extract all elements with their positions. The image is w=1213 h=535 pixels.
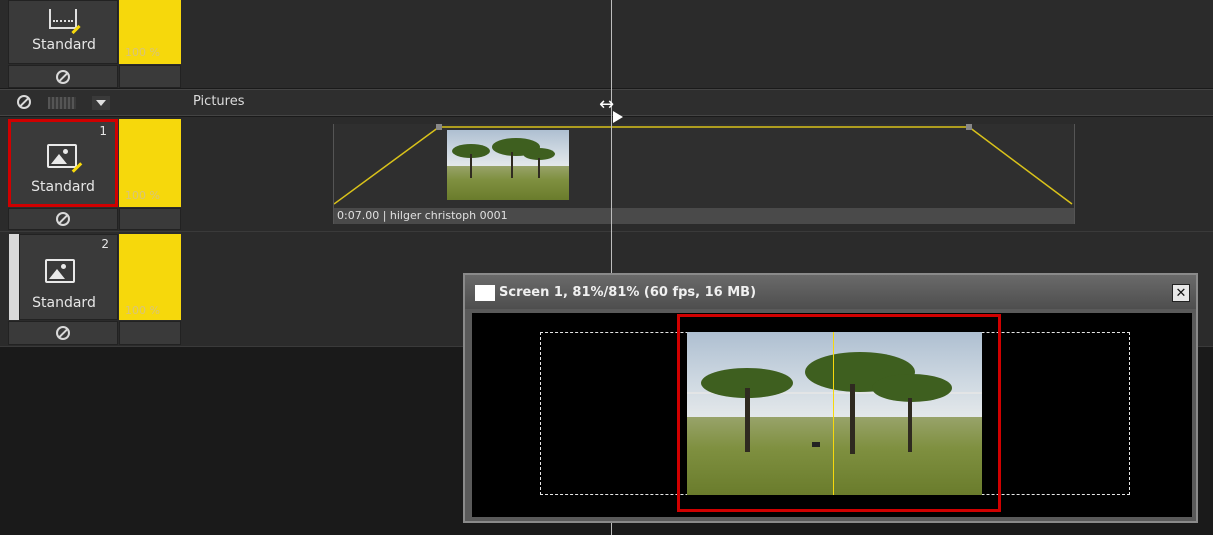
- track-2-opacity-value: 100 %: [125, 304, 160, 317]
- track-1-header[interactable]: 1 Standard: [8, 119, 118, 207]
- group-title: Pictures: [193, 94, 245, 109]
- resize-cursor-icon: ↔: [599, 94, 615, 115]
- track-2-header[interactable]: 2 Standard: [19, 234, 118, 320]
- track-row-0: [0, 0, 1213, 88]
- mouse-pointer-icon: [613, 111, 623, 123]
- clip-thumbnail: [447, 130, 569, 200]
- close-icon[interactable]: ✕: [1172, 284, 1190, 302]
- track-0-opacity-footer: [119, 65, 181, 88]
- window-icon: [475, 285, 495, 301]
- no-entry-icon[interactable]: [17, 95, 31, 109]
- preview-title: Screen 1, 81%/81% (60 fps, 16 MB): [499, 285, 757, 300]
- no-entry-icon: [56, 70, 70, 84]
- picture-icon: [45, 259, 75, 283]
- track-0-label: Standard: [32, 37, 96, 53]
- film-strip-icon: [49, 9, 81, 35]
- track-1-number: 1: [99, 124, 107, 138]
- track-2-label: Standard: [32, 295, 96, 311]
- dropdown-arrow-icon[interactable]: [92, 96, 110, 110]
- preview-titlebar[interactable]: Screen 1, 81%/81% (60 fps, 16 MB) ✕: [465, 275, 1196, 309]
- track-0-mute-slot[interactable]: [8, 65, 118, 88]
- track-2-opacity-footer: [119, 321, 181, 345]
- preview-window[interactable]: Screen 1, 81%/81% (60 fps, 16 MB) ✕: [463, 273, 1198, 523]
- grid-icon[interactable]: [48, 97, 76, 109]
- fade-envelope[interactable]: [334, 124, 1074, 208]
- picture-icon: [47, 144, 77, 168]
- track-2-mute-slot[interactable]: [8, 321, 118, 345]
- track-1-label: Standard: [31, 179, 95, 195]
- clip-caption-bar: 0:07.00 | hilger christoph 0001: [334, 208, 1074, 224]
- clip-caption: 0:07.00 | hilger christoph 0001: [337, 209, 508, 222]
- track-0-header[interactable]: Standard: [8, 0, 118, 64]
- track-1-mute-slot[interactable]: [8, 208, 118, 230]
- track-0-opacity-value: 100 %: [125, 46, 160, 59]
- track-2-number: 2: [101, 237, 109, 251]
- preview-selection-frame[interactable]: [677, 314, 1001, 512]
- no-entry-icon: [56, 212, 70, 226]
- no-entry-icon: [56, 326, 70, 340]
- preview-canvas[interactable]: [472, 313, 1192, 517]
- row-divider: [0, 231, 1213, 232]
- timeline-clip[interactable]: 0:07.00 | hilger christoph 0001: [333, 124, 1075, 224]
- track-1-opacity-value: 100 %: [125, 189, 160, 202]
- track-1-opacity-footer: [119, 208, 181, 230]
